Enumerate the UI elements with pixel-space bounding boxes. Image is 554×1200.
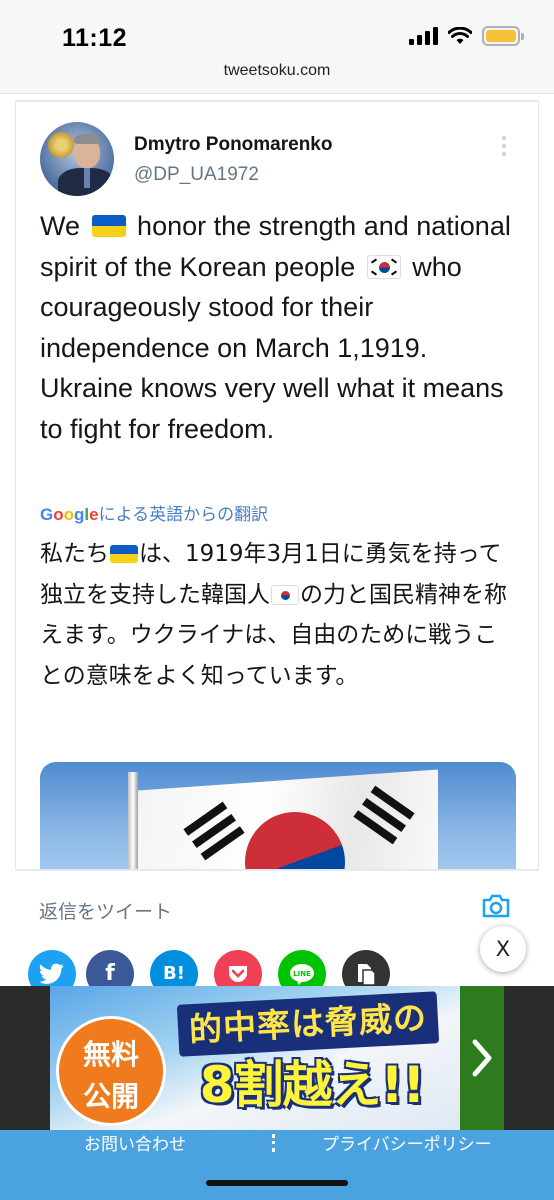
svg-text:LINE: LINE xyxy=(293,970,311,978)
tweet-text: We honor the strength and national spiri… xyxy=(40,206,520,449)
ad-free-badge: 無料 公開 xyxy=(56,1016,166,1126)
ukraine-flag-icon xyxy=(110,545,138,563)
translated-text: 私たち は、1919年3月1日に勇気を持って独立を支持した韓国人 の力と国民精神を称… xyxy=(40,534,520,696)
ad-big-text: 8割越え!! xyxy=(199,1056,425,1114)
status-time: 11:12 xyxy=(62,24,128,52)
google-logo: Google xyxy=(40,505,99,524)
south-korea-flag-icon xyxy=(366,254,401,279)
status-icons xyxy=(409,26,524,46)
ad-headline: 的中率は脅威の xyxy=(176,991,440,1057)
home-indicator[interactable] xyxy=(206,1180,348,1186)
more-options-icon[interactable] xyxy=(502,136,508,156)
tweet-text-part-1: We xyxy=(40,211,81,241)
ad-creative[interactable]: 無料 公開 的中率は脅威の 8割越え!! xyxy=(50,986,460,1130)
author-name[interactable]: Dmytro Ponomarenko xyxy=(134,134,332,156)
tweet-image-korean-flag[interactable] xyxy=(40,762,516,869)
cellular-signal-icon xyxy=(409,27,438,45)
author-handle[interactable]: @DP_UA1972 xyxy=(134,164,259,186)
footer-separator xyxy=(272,1134,276,1152)
close-ad-button[interactable]: X xyxy=(480,926,526,972)
tweet-card: Dmytro Ponomarenko @DP_UA1972 We honor t… xyxy=(15,100,539,870)
url-bar[interactable]: tweetsoku.com xyxy=(0,58,554,94)
reply-input[interactable]: 返信をツイート xyxy=(39,897,172,924)
copy-icon xyxy=(358,964,376,986)
translation-label[interactable]: Googleによる英語からの翻訳 xyxy=(40,500,268,525)
chevron-right-icon xyxy=(472,1039,492,1077)
status-bar: 11:12 xyxy=(0,0,554,58)
contact-link[interactable]: お問い合わせ xyxy=(84,1130,186,1155)
translated-text-part-1: 私たち xyxy=(40,541,109,567)
reply-bar[interactable]: 返信をツイート xyxy=(15,870,539,940)
camera-icon[interactable] xyxy=(481,893,511,919)
ukraine-flag-icon xyxy=(91,215,126,237)
translation-label-text: による英語からの翻訳 xyxy=(98,505,269,524)
ad-banner: 無料 公開 的中率は脅威の 8割越え!! xyxy=(0,986,554,1130)
twitter-bird-icon xyxy=(39,963,64,984)
ad-next-button[interactable] xyxy=(460,986,504,1130)
avatar[interactable] xyxy=(40,122,114,196)
wifi-icon xyxy=(448,27,472,44)
line-icon: LINE xyxy=(290,964,314,985)
south-korea-flag-icon xyxy=(271,584,299,605)
privacy-policy-link[interactable]: プライバシーポリシー xyxy=(322,1130,492,1155)
ad-badge-line-2: 公開 xyxy=(82,1080,139,1113)
ad-badge-line-1: 無料 xyxy=(82,1038,139,1071)
pocket-icon xyxy=(229,966,247,982)
battery-icon xyxy=(482,26,524,46)
footer: お問い合わせ プライバシーポリシー xyxy=(0,1130,554,1200)
